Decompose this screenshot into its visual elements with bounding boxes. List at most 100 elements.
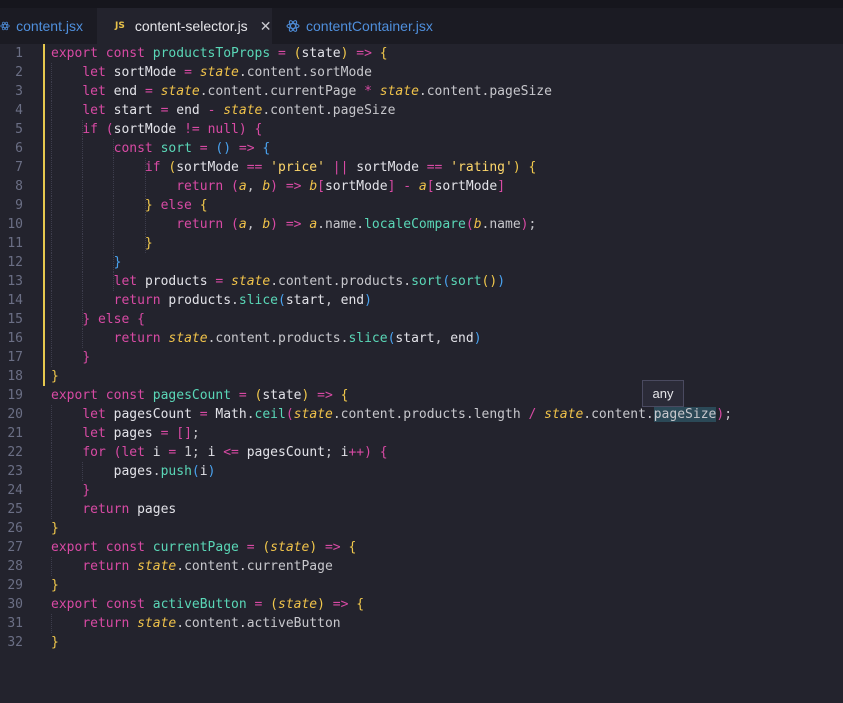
- code-line[interactable]: 18}: [0, 367, 843, 386]
- line-number: 27: [7, 540, 23, 555]
- indent-guide: [82, 272, 84, 291]
- code-token: ]: [497, 179, 506, 194]
- close-icon[interactable]: ✕: [260, 18, 272, 35]
- code-line[interactable]: 23 pages.push(i): [0, 462, 843, 481]
- code-token: }: [144, 198, 153, 213]
- code-token: let: [82, 426, 106, 441]
- code-line[interactable]: 14 return products.slice(start, end): [0, 291, 843, 310]
- code-token: =: [199, 407, 208, 422]
- line-number: 7: [15, 160, 23, 175]
- tab-content-jsx[interactable]: content.jsx: [0, 8, 97, 44]
- code-editor[interactable]: 1 export const productsToProps = (state) …: [0, 44, 843, 703]
- code-line[interactable]: 24 }: [0, 481, 843, 500]
- code-token: ): [512, 160, 521, 175]
- code-token: sortMode: [324, 179, 388, 194]
- code-token: [: [317, 179, 325, 194]
- code-text: }: [51, 576, 59, 595]
- code-line[interactable]: 16 return state.content.products.slice(s…: [0, 329, 843, 348]
- code-line[interactable]: 11 }: [0, 234, 843, 253]
- code-token: slice: [238, 293, 279, 308]
- indent-guide: [51, 443, 52, 462]
- code-token: ): [364, 445, 372, 460]
- code-line[interactable]: 21 let pages = [];: [0, 424, 843, 443]
- code-line[interactable]: 9 } else {: [0, 196, 843, 215]
- code-token: return: [176, 217, 224, 232]
- code-token: {: [199, 198, 208, 213]
- code-line[interactable]: 32}: [0, 633, 843, 652]
- code-line[interactable]: 25 return pages: [0, 500, 843, 519]
- indent-guide: [113, 253, 115, 272]
- code-line[interactable]: 13 let products = state.content.products…: [0, 272, 843, 291]
- code-line[interactable]: 22 for (let i = 1; i <= pagesCount; i++)…: [0, 443, 843, 462]
- code-text: }: [51, 367, 59, 386]
- tab-content-selector-js[interactable]: JS content-selector.js ✕: [97, 8, 272, 44]
- code-text: }: [51, 633, 59, 652]
- code-token: !=: [184, 122, 200, 137]
- code-line[interactable]: 15 } else {: [0, 310, 843, 329]
- code-line[interactable]: 20 let pagesCount = Math.ceil(state.cont…: [0, 405, 843, 424]
- code-line[interactable]: 26}: [0, 519, 843, 538]
- indent-guide: [82, 253, 84, 272]
- code-token: state: [137, 616, 177, 631]
- code-token: {: [379, 445, 388, 460]
- code-line[interactable]: 10 return (a, b) => a.name.localeCompare…: [0, 215, 843, 234]
- code-token: =: [246, 540, 255, 555]
- code-token: end: [113, 84, 138, 99]
- code-token: }: [113, 255, 122, 270]
- code-token: ): [497, 274, 506, 289]
- code-token: (: [231, 217, 239, 232]
- code-token: =: [184, 65, 192, 80]
- code-token: []: [176, 426, 192, 441]
- code-line[interactable]: 29}: [0, 576, 843, 595]
- code-text: export const productsToProps = (state) =…: [51, 44, 388, 63]
- code-line[interactable]: 19 export const pagesCount = (state) => {: [0, 386, 843, 405]
- code-token: export: [51, 46, 98, 61]
- code-line[interactable]: 27 export const currentPage = (state) => …: [0, 538, 843, 557]
- code-line[interactable]: 31 return state.content.activeButton: [0, 614, 843, 633]
- code-line[interactable]: 1 export const productsToProps = (state) …: [0, 44, 843, 63]
- code-text: return state.content.currentPage: [51, 557, 332, 576]
- code-token: b: [309, 179, 318, 194]
- indent-guide: [144, 215, 146, 234]
- code-token: sort: [160, 141, 192, 156]
- code-line[interactable]: 5 if (sortMode != null) {: [0, 120, 843, 139]
- code-line[interactable]: 2 let sortMode = state.content.sortMode: [0, 63, 843, 82]
- code-line[interactable]: 7 if (sortMode == 'price' || sortMode ==…: [0, 158, 843, 177]
- line-number: 9: [15, 198, 23, 213]
- code-text: return products.slice(start, end): [51, 291, 372, 310]
- code-token: i: [199, 464, 208, 479]
- code-token: state: [231, 274, 271, 289]
- code-token: ): [473, 331, 482, 346]
- code-token: const: [105, 597, 145, 612]
- code-line[interactable]: 4 let start = end - state.content.pageSi…: [0, 101, 843, 120]
- code-line[interactable]: 30 export const activeButton = (state) =>…: [0, 595, 843, 614]
- code-line[interactable]: 12 }: [0, 253, 843, 272]
- tab-contentcontainer-jsx[interactable]: contentContainer.jsx: [272, 8, 460, 44]
- code-line[interactable]: 17 }: [0, 348, 843, 367]
- code-line[interactable]: 8 return (a, b) => b[sortMode] - a[sortM…: [0, 177, 843, 196]
- indent-guide: [51, 234, 52, 253]
- code-line[interactable]: 3 let end = state.content.currentPage * …: [0, 82, 843, 101]
- code-token: state: [278, 597, 318, 612]
- code-line[interactable]: 6 const sort = () => {: [0, 139, 843, 158]
- code-line[interactable]: 28 return state.content.currentPage: [0, 557, 843, 576]
